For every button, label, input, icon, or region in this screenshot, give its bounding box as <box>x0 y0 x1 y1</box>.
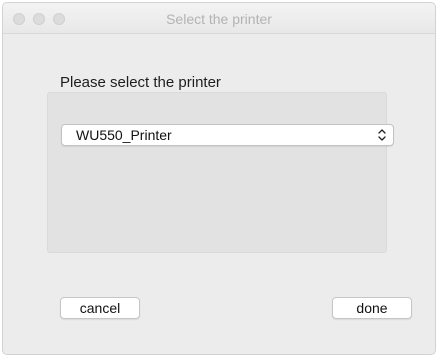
title-bar[interactable]: Select the printer <box>3 3 435 34</box>
dialog-window: Select the printer Please select the pri… <box>2 2 436 355</box>
select-printer-label: Please select the printer <box>60 74 221 91</box>
printer-select-value: WU550_Printer <box>76 127 172 143</box>
printer-select[interactable]: WU550_Printer <box>61 124 394 146</box>
done-button[interactable]: done <box>332 297 412 319</box>
window-title: Select the printer <box>166 11 272 27</box>
chevron-updown-icon <box>376 126 388 144</box>
printer-selection-panel: WU550_Printer <box>47 92 394 253</box>
cancel-button[interactable]: cancel <box>60 297 140 319</box>
